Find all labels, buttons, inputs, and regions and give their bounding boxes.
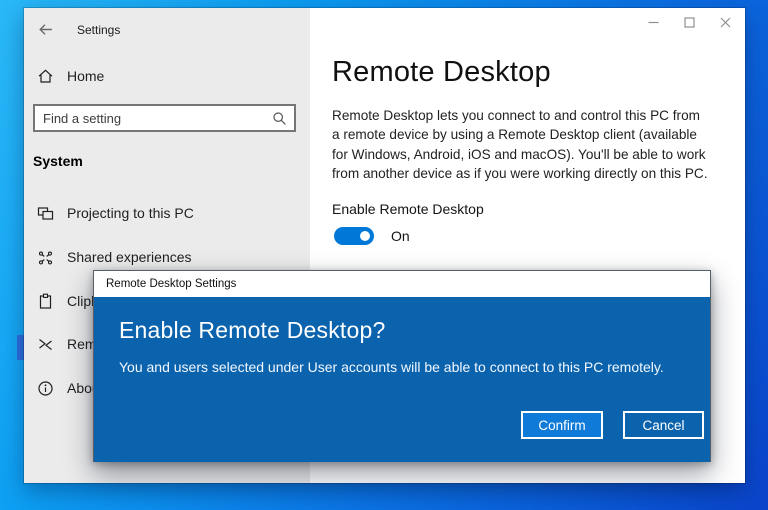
dialog-heading: Enable Remote Desktop? — [119, 317, 386, 344]
sidebar-item-label: Home — [67, 68, 104, 84]
dialog-message: You and users selected under User accoun… — [119, 359, 664, 375]
page-description: Remote Desktop lets you connect to and c… — [332, 106, 710, 184]
cancel-button[interactable]: Cancel — [623, 411, 704, 439]
remote-desktop-dialog: Remote Desktop Settings Enable Remote De… — [93, 270, 711, 462]
clipboard-icon — [37, 293, 54, 310]
toggle-knob — [360, 231, 370, 241]
remote-desktop-icon — [37, 336, 54, 353]
sidebar-item-label: Shared experiences — [67, 249, 192, 265]
search-box — [33, 104, 296, 132]
search-input[interactable] — [35, 111, 272, 126]
close-button[interactable] — [707, 8, 743, 36]
dialog-titlebar[interactable]: Remote Desktop Settings — [94, 271, 710, 297]
maximize-button[interactable] — [671, 8, 707, 36]
sidebar-item-projecting[interactable]: Projecting to this PC — [24, 195, 310, 231]
search-icon[interactable] — [272, 111, 287, 126]
close-icon — [720, 17, 731, 28]
sidebar-item-label: Projecting to this PC — [67, 205, 194, 221]
shared-experiences-icon — [37, 249, 54, 266]
back-arrow-icon — [37, 21, 54, 38]
home-icon — [37, 68, 54, 85]
toggle-label: Enable Remote Desktop — [332, 201, 484, 217]
toggle-state: On — [391, 228, 410, 244]
dialog-title: Remote Desktop Settings — [106, 278, 236, 290]
projecting-icon — [37, 205, 54, 222]
sidebar-section-title: System — [33, 153, 83, 169]
toggle-row: On — [334, 227, 410, 245]
sidebar-item-home[interactable]: Home — [24, 58, 310, 94]
remote-desktop-toggle[interactable] — [334, 227, 374, 245]
about-icon — [37, 380, 54, 397]
window-title: Settings — [77, 23, 120, 37]
maximize-icon — [684, 17, 695, 28]
window-controls — [635, 8, 743, 36]
confirm-button[interactable]: Confirm — [521, 411, 603, 439]
minimize-icon — [648, 17, 659, 28]
desktop: Settings Home — [0, 0, 768, 510]
dialog-body: Enable Remote Desktop? You and users sel… — [94, 297, 710, 462]
page-title: Remote Desktop — [332, 56, 551, 89]
back-button[interactable] — [32, 16, 58, 42]
minimize-button[interactable] — [635, 8, 671, 36]
